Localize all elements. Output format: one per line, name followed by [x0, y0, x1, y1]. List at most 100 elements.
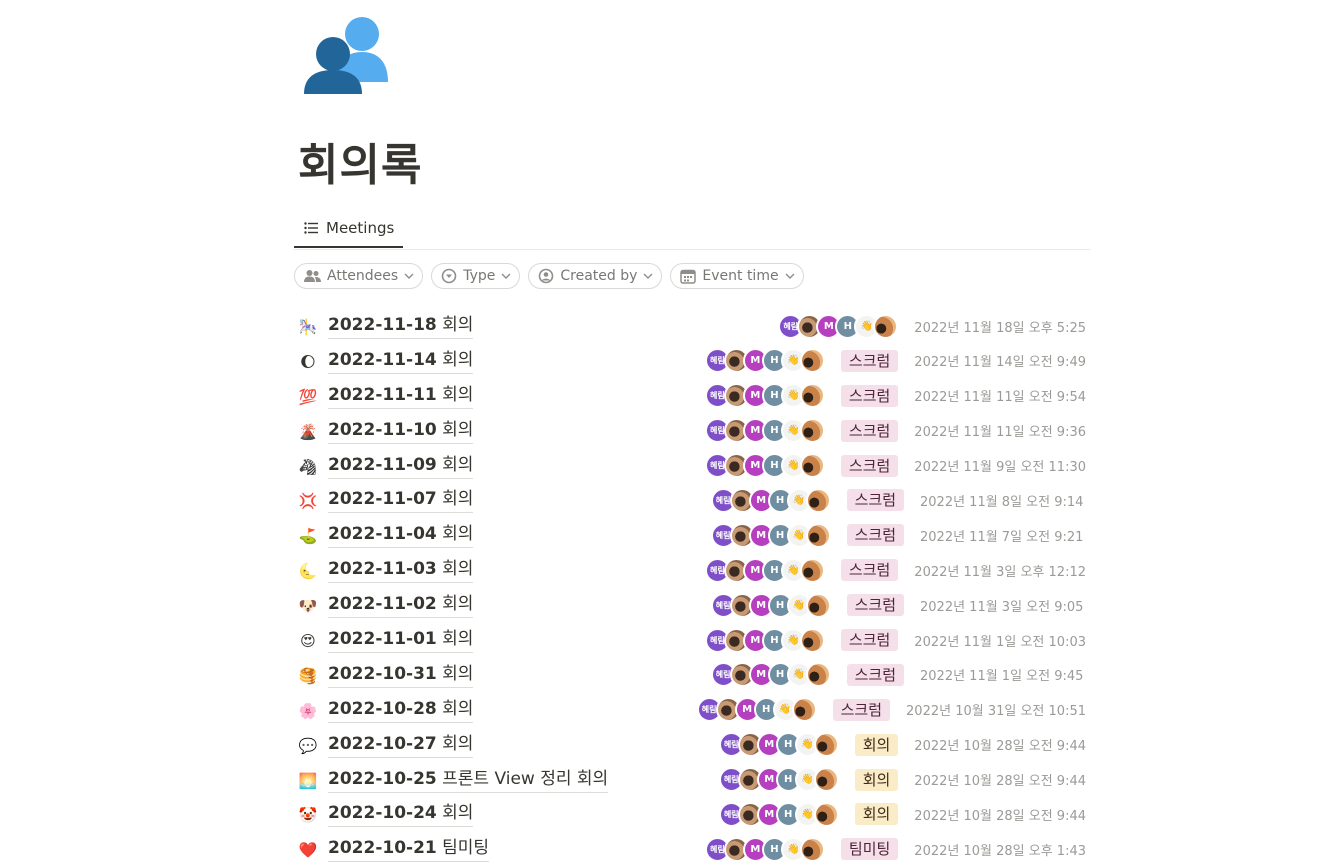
type-tag[interactable]: 스크럼 — [840, 559, 899, 582]
row-properties: 혜림 M H 👋 스크럼 2022년 11월 3일 오전 9:05 — [710, 592, 1086, 618]
meeting-title[interactable]: 2022-10-27 회의 — [328, 733, 474, 758]
attendee-avatars[interactable]: 혜림 M H 👋 — [704, 453, 825, 479]
attendee-avatars[interactable]: 혜림 M H 👋 — [704, 627, 825, 653]
meeting-title[interactable]: 2022-11-07 회의 — [328, 488, 474, 514]
avatar — [799, 557, 825, 583]
meeting-title[interactable]: 2022-11-14 회의 — [328, 349, 474, 374]
attendee-avatars[interactable]: 혜림 M H 👋 — [718, 801, 839, 827]
created-time: 2022년 11월 7일 오전 9:21 — [920, 529, 1084, 545]
meeting-title[interactable]: 2022-11-09 회의 — [328, 454, 474, 479]
page-emoji-icon: 💯 — [298, 387, 318, 406]
type-tag[interactable]: 스크럼 — [846, 594, 904, 617]
filter-bar: Attendees Type Created by Event time — [294, 263, 804, 289]
created-time: 2022년 11월 11일 오전 9:36 — [914, 425, 1086, 441]
meeting-title[interactable]: 2022-10-28 회의 — [328, 698, 474, 723]
attendee-avatars[interactable]: 혜림 M H 👋 — [718, 767, 839, 793]
tab-meetings[interactable]: Meetings — [294, 210, 403, 248]
meeting-title[interactable]: 2022-11-04 회의 — [328, 523, 474, 549]
type-tag[interactable]: 팀미팅 — [840, 838, 899, 861]
chevron-down-icon — [501, 273, 511, 279]
created-time: 2022년 11월 1일 오전 9:45 — [920, 669, 1084, 685]
avatar — [791, 697, 817, 723]
filter-attendees[interactable]: Attendees — [294, 263, 424, 289]
list-item[interactable]: 💯 2022-11-11 회의 혜림 M H 👋 스크럼 2022년 11월 1… — [294, 378, 1090, 413]
list-item[interactable]: 🌅 2022-10-25 프론트 View 정리 회의 혜림 M H 👋 회의 … — [294, 762, 1090, 797]
meeting-title[interactable]: 2022-11-02 회의 — [328, 593, 474, 619]
type-tag[interactable]: 스크럼 — [846, 524, 904, 547]
meeting-title[interactable]: 2022-10-24 회의 — [328, 802, 474, 828]
list-item[interactable]: 🌔 2022-11-14 회의 혜림 M H 👋 스크럼 2022년 11월 1… — [294, 343, 1090, 378]
page-title[interactable]: 회의록 — [298, 136, 422, 196]
type-tag[interactable]: 스크럼 — [840, 454, 899, 477]
list-item[interactable]: 🐶 2022-11-02 회의 혜림 M H 👋 스크럼 2022년 11월 3… — [294, 587, 1090, 622]
type-tag[interactable]: 스크럼 — [840, 384, 899, 407]
list-item[interactable]: 🤡 2022-10-24 회의 혜림 M H 👋 회의 2022년 10월 28… — [294, 796, 1090, 831]
attendee-avatars[interactable]: 혜림 M H 👋 — [704, 836, 825, 862]
page-emoji-icon: 🌔 — [300, 352, 316, 371]
type-tag[interactable]: 스크럼 — [846, 663, 904, 686]
filter-created-by[interactable]: Created by — [528, 263, 663, 289]
busts-in-silhouette-icon[interactable] — [298, 8, 390, 98]
meeting-date-label: 2022-11-04 — [328, 524, 437, 545]
row-properties: 혜림 M H 👋 스크럼 2022년 11월 1일 오전 9:45 — [710, 662, 1086, 688]
filter-type[interactable]: Type — [431, 263, 521, 289]
row-properties: 혜림 M H 👋 스크럼 2022년 11월 9일 오전 11:30 — [704, 453, 1086, 479]
filter-event-time[interactable]: Event time — [670, 263, 804, 289]
attendee-avatars[interactable]: 혜림 M H 👋 — [718, 732, 839, 758]
meeting-date-label: 2022-11-14 — [328, 349, 437, 370]
type-tag[interactable]: 스크럼 — [832, 698, 891, 721]
attendee-avatars[interactable]: 혜림 M H 👋 — [704, 348, 825, 374]
filter-label: Attendees — [327, 268, 399, 284]
list-item[interactable]: 🥞 2022-10-31 회의 혜림 M H 👋 스크럼 2022년 11월 1… — [294, 657, 1090, 692]
attendee-avatars[interactable]: 혜림 M H 👋 — [704, 418, 825, 444]
list-item[interactable]: 🎠 2022-11-18 회의 혜림 M H 👋 2022년 11월 18일 오… — [294, 308, 1090, 343]
attendee-avatars[interactable]: 혜림 M H 👋 — [710, 487, 831, 513]
avatar — [813, 767, 839, 793]
list-item[interactable]: 🌸 2022-10-28 회의 혜림 M H 👋 스크럼 2022년 10월 3… — [294, 692, 1090, 727]
attendee-avatars[interactable]: 혜림 M H 👋 — [704, 557, 825, 583]
attendee-avatars[interactable]: 혜림 M H 👋 — [778, 313, 899, 339]
meeting-date-label: 2022-11-03 — [328, 559, 437, 580]
page-emoji-icon: 🌋 — [298, 422, 318, 441]
created-time: 2022년 11월 9일 오전 11:30 — [914, 460, 1086, 476]
list-item[interactable]: 💬 2022-10-27 회의 혜림 M H 👋 회의 2022년 10월 28… — [294, 727, 1090, 762]
chevron-down-icon — [785, 273, 795, 279]
list-item[interactable]: 💢 2022-11-07 회의 혜림 M H 👋 스크럼 2022년 11월 8… — [294, 482, 1090, 517]
meeting-title-suffix: 회의 — [442, 315, 474, 335]
list-item[interactable]: 🦓 2022-11-09 회의 혜림 M H 👋 스크럼 2022년 11월 9… — [294, 448, 1090, 483]
list-item[interactable]: ❤️ 2022-10-21 팀미팅 혜림 M H 👋 팀미팅 2022년 10월… — [294, 831, 1090, 866]
page-emoji-icon: 🥞 — [298, 666, 318, 685]
meeting-title[interactable]: 2022-11-01 회의 — [328, 628, 474, 654]
attendee-avatars[interactable]: 혜림 M H 👋 — [696, 697, 817, 723]
meeting-title[interactable]: 2022-11-10 회의 — [328, 419, 474, 444]
meeting-title[interactable]: 2022-10-31 회의 — [328, 663, 474, 688]
type-tag[interactable]: 스크럼 — [840, 629, 899, 652]
list-item[interactable]: 🌜 2022-11-03 회의 혜림 M H 👋 스크럼 2022년 11월 3… — [294, 552, 1090, 587]
attendee-avatars[interactable]: 혜림 M H 👋 — [710, 662, 831, 688]
meeting-title[interactable]: 2022-11-18 회의 — [328, 314, 474, 339]
avatar — [813, 732, 839, 758]
type-tag[interactable]: 회의 — [854, 768, 899, 791]
list-item[interactable]: 🌋 2022-11-10 회의 혜림 M H 👋 스크럼 2022년 11월 1… — [294, 413, 1090, 448]
row-properties: 혜림 M H 👋 회의 2022년 10월 28일 오전 9:44 — [718, 767, 1086, 793]
type-tag[interactable]: 스크럼 — [840, 349, 899, 372]
avatar — [805, 522, 831, 548]
type-tag[interactable]: 스크럼 — [846, 489, 904, 512]
meeting-title[interactable]: 2022-11-03 회의 — [328, 558, 474, 584]
list-item[interactable]: ⛳ 2022-11-04 회의 혜림 M H 👋 스크럼 2022년 11월 7… — [294, 517, 1090, 552]
created-time: 2022년 10월 28일 오전 9:44 — [914, 808, 1086, 824]
meeting-title[interactable]: 2022-11-11 회의 — [328, 384, 474, 409]
meeting-title-suffix: 프론트 View 정리 회의 — [442, 768, 609, 789]
meeting-title[interactable]: 2022-10-21 팀미팅 — [328, 837, 490, 863]
attendee-avatars[interactable]: 혜림 M H 👋 — [704, 383, 825, 409]
meeting-title-suffix: 회의 — [442, 698, 474, 719]
meeting-title[interactable]: 2022-10-25 프론트 View 정리 회의 — [328, 768, 609, 793]
meeting-title-suffix: 회의 — [442, 629, 474, 650]
attendee-avatars[interactable]: 혜림 M H 👋 — [710, 592, 831, 618]
type-tag[interactable]: 스크럼 — [840, 419, 899, 442]
attendee-avatars[interactable]: 혜림 M H 👋 — [710, 522, 831, 548]
type-tag[interactable]: 회의 — [854, 803, 899, 826]
list-item[interactable]: 😍 2022-11-01 회의 혜림 M H 👋 스크럼 2022년 11월 1… — [294, 622, 1090, 657]
type-tag[interactable]: 회의 — [854, 733, 899, 756]
chevron-down-icon — [404, 273, 414, 279]
